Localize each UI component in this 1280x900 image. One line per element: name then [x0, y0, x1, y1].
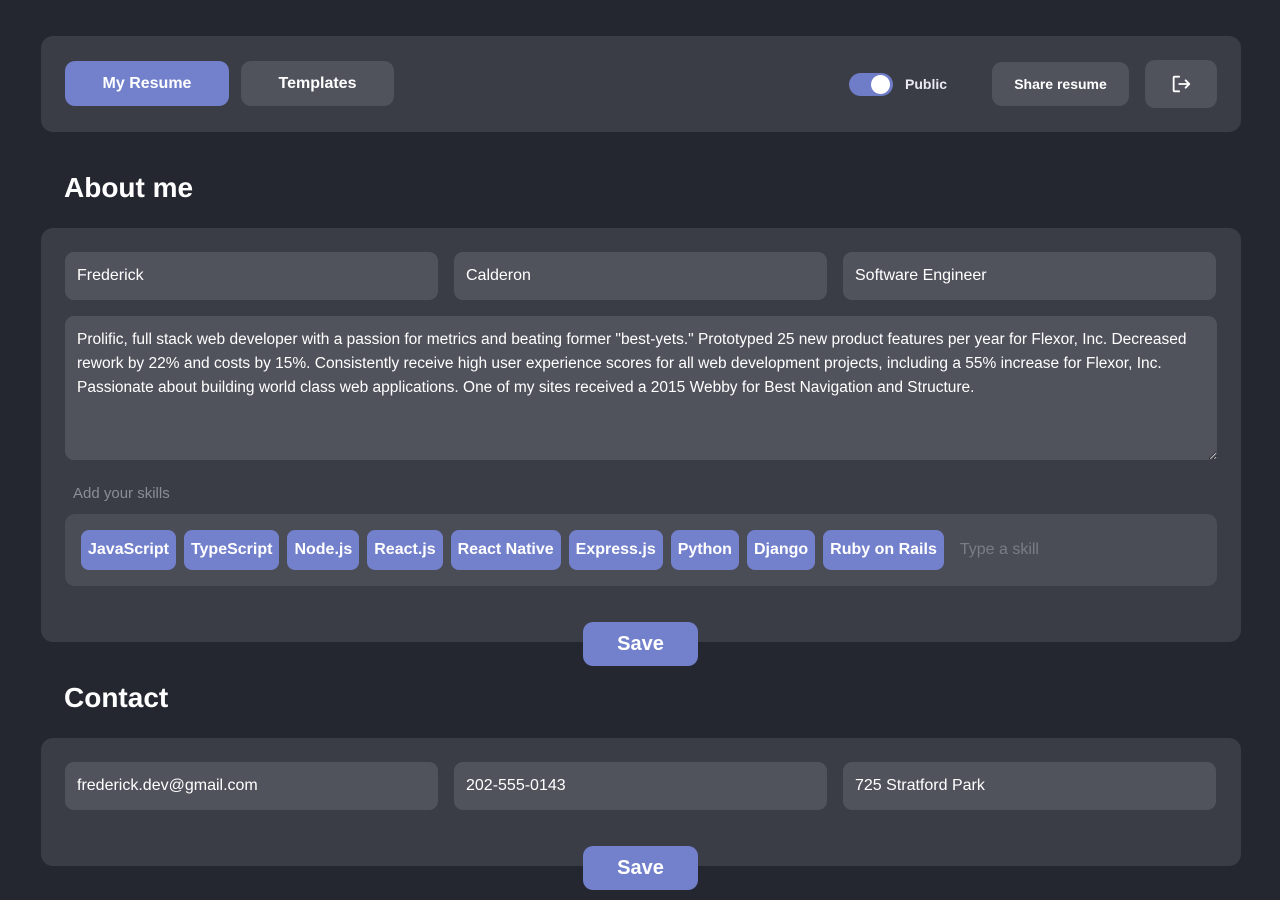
- skill-chip[interactable]: Ruby on Rails: [823, 530, 944, 570]
- email-field[interactable]: [65, 762, 438, 810]
- contact-section-title: Contact: [64, 682, 169, 713]
- templates-tab[interactable]: Templates: [241, 61, 394, 106]
- about-card: Prolific, full stack web developer with …: [41, 228, 1241, 642]
- public-toggle-label: Public: [905, 76, 948, 92]
- public-toggle[interactable]: [849, 73, 893, 96]
- skill-input[interactable]: [959, 541, 1140, 559]
- address-field[interactable]: [843, 762, 1216, 810]
- skill-chip[interactable]: Node.js: [287, 530, 360, 570]
- toggle-knob: [871, 75, 890, 94]
- skill-chip[interactable]: TypeScript: [183, 530, 280, 570]
- bio-textarea[interactable]: Prolific, full stack web developer with …: [65, 316, 1217, 460]
- skill-chip[interactable]: JavaScript: [81, 530, 176, 570]
- skill-chip[interactable]: React Native: [450, 530, 561, 570]
- skill-chip[interactable]: Python: [670, 530, 739, 570]
- my-resume-tab[interactable]: My Resume: [65, 61, 229, 106]
- skills-input-box[interactable]: JavaScript TypeScript Node.js React.js R…: [65, 514, 1217, 586]
- skill-chip[interactable]: Django: [746, 530, 816, 570]
- about-save-button[interactable]: Save: [583, 622, 698, 666]
- phone-field[interactable]: [454, 762, 827, 810]
- skills-label: Add your skills: [73, 485, 170, 502]
- job-title-field[interactable]: [843, 252, 1216, 300]
- logout-button[interactable]: [1145, 60, 1217, 108]
- first-name-field[interactable]: [65, 252, 438, 300]
- logout-icon: [1172, 75, 1191, 93]
- contact-save-button[interactable]: Save: [583, 846, 698, 890]
- last-name-field[interactable]: [454, 252, 827, 300]
- share-resume-button[interactable]: Share resume: [992, 62, 1129, 106]
- skill-chip[interactable]: Express.js: [568, 530, 663, 570]
- about-section-title: About me: [64, 172, 194, 203]
- skill-chip[interactable]: React.js: [367, 530, 443, 570]
- top-nav-bar: My Resume Templates Public Share resume: [41, 36, 1241, 132]
